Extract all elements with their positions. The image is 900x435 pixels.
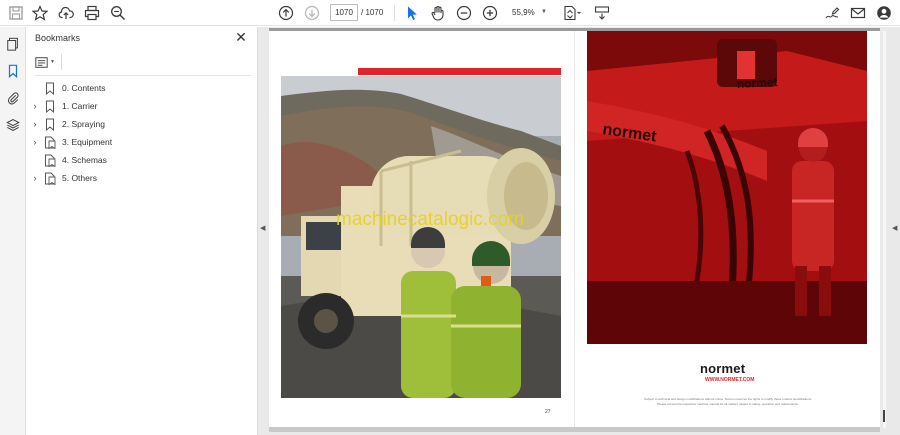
previous-page-icon[interactable] — [276, 3, 296, 23]
zoom-out-icon[interactable] — [454, 3, 474, 23]
current-page-input[interactable]: 1070 — [330, 4, 358, 21]
panel-toolbar-divider — [61, 54, 62, 70]
navigation-rail — [0, 27, 26, 435]
bookmark-label: 5. Others — [62, 173, 97, 183]
panel-title: Bookmarks — [35, 33, 81, 43]
bookmark-options-button[interactable]: ▼ — [35, 55, 57, 69]
svg-text:normet: normet — [736, 75, 777, 91]
select-cursor-icon[interactable] — [402, 3, 422, 23]
page-number: 27 — [545, 409, 551, 415]
bookmark-icon — [46, 118, 54, 131]
chevron-right-icon[interactable]: › — [30, 173, 40, 183]
bookmark-item-contents[interactable]: 0. Contents — [30, 80, 105, 96]
upload-cloud-icon[interactable] — [56, 3, 76, 23]
fine-print: Please consult the respective machine ma… — [657, 402, 799, 406]
bookmark-icon — [46, 82, 54, 95]
watermark-text: machinecatalogic.com — [336, 209, 524, 230]
chevron-right-icon[interactable]: › — [30, 101, 40, 111]
toolbar-divider — [394, 5, 395, 21]
bookmark-item-others[interactable]: › 5. Others — [30, 170, 97, 186]
scroll-mode-icon[interactable] — [592, 3, 612, 23]
chevron-right-icon[interactable]: › — [30, 119, 40, 129]
page-count: / 1070 — [361, 8, 383, 17]
account-icon[interactable] — [874, 3, 894, 23]
options-list-icon — [35, 56, 48, 68]
drilling-rig-photo — [281, 76, 561, 398]
zoom-value: 55,9% — [512, 8, 535, 17]
vertical-scrollbar[interactable] — [883, 31, 886, 428]
bookmark-label: 0. Contents — [62, 83, 106, 93]
save-icon[interactable] — [6, 3, 26, 23]
toolbar: 1070 / 1070 55,9% ▼ — [0, 0, 900, 26]
attachments-icon[interactable] — [4, 89, 22, 107]
bookmarks-panel: Bookmarks ✕ ▼ 0. Contents › 1. Carrier ›… — [26, 27, 258, 435]
bookmark-page-icon — [45, 136, 56, 149]
bookmark-page-icon — [45, 172, 56, 185]
star-icon[interactable] — [30, 3, 50, 23]
zoom-search-icon[interactable] — [108, 3, 128, 23]
email-icon[interactable] — [848, 3, 868, 23]
total-pages: 1070 — [365, 8, 384, 17]
bookmarks-icon[interactable] — [4, 62, 22, 80]
bookmark-item-schemas[interactable]: 4. Schemas — [30, 152, 107, 168]
page-thumbnails-icon[interactable] — [4, 35, 22, 53]
next-page-icon[interactable] — [302, 3, 322, 23]
collapse-panel-icon[interactable]: ◀ — [260, 224, 265, 232]
bookmark-item-equipment[interactable]: › 3. Equipment — [30, 134, 112, 150]
page-separator: / — [361, 8, 364, 17]
red-accent-strip — [358, 68, 561, 75]
panel-divider — [35, 75, 251, 76]
scrollbar-thumb[interactable] — [883, 410, 885, 422]
chevron-down-icon: ▼ — [541, 9, 547, 15]
bookmark-item-carrier[interactable]: › 1. Carrier — [30, 98, 97, 114]
hand-tool-icon[interactable] — [428, 3, 448, 23]
brand-url[interactable]: WWW.NORMET.COM — [705, 377, 754, 383]
pdf-viewer: 1070 / 1070 55,9% ▼ Bookmarks ✕ ▼ 0. Con… — [0, 0, 900, 435]
fine-print: Subject to technical and design modifica… — [644, 397, 812, 401]
print-icon[interactable] — [82, 3, 102, 23]
brand-logo: normet — [700, 361, 746, 376]
layers-icon[interactable] — [4, 116, 22, 134]
expand-right-panel-icon[interactable]: ◀ — [892, 224, 897, 232]
bookmark-label: 4. Schemas — [62, 155, 107, 165]
bookmark-label: 1. Carrier — [62, 101, 98, 111]
red-tinted-photo: normet normet — [587, 31, 867, 344]
bookmark-label: 3. Equipment — [62, 137, 113, 147]
bookmark-page-icon — [45, 154, 56, 167]
zoom-in-icon[interactable] — [480, 3, 500, 23]
chevron-down-icon: ▼ — [50, 59, 55, 65]
zoom-select[interactable]: 55,9% ▼ — [506, 4, 550, 21]
sign-icon[interactable] — [822, 3, 842, 23]
close-icon[interactable]: ✕ — [234, 30, 248, 44]
chevron-down-icon[interactable] — [575, 3, 583, 23]
bookmark-item-spraying[interactable]: › 2. Spraying — [30, 116, 105, 132]
horizontal-scrollbar[interactable] — [269, 427, 880, 432]
bookmark-icon — [46, 100, 54, 113]
bookmark-label: 2. Spraying — [62, 119, 105, 129]
chevron-right-icon[interactable]: › — [30, 137, 40, 147]
